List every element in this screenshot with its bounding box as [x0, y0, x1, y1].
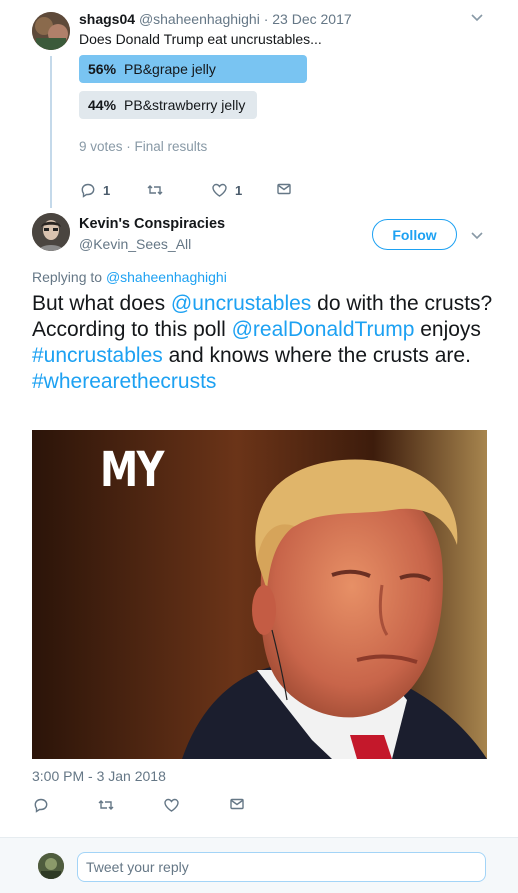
tweet-timestamp[interactable]: 3:00 PM - 3 Jan 2018 [32, 768, 166, 784]
text-segment: and knows where the crusts are. [162, 344, 471, 367]
replying-handle-link[interactable]: @shaheenhaghighi [106, 269, 227, 285]
tweet-date[interactable]: 23 Dec 2017 [272, 11, 351, 27]
text-segment: But what does [32, 292, 171, 315]
reply-input[interactable]: Tweet your reply [77, 852, 486, 882]
follow-button[interactable]: Follow [372, 219, 457, 250]
replying-prefix: Replying to [32, 269, 103, 285]
heart-icon [211, 182, 228, 198]
parent-tweet-header: shags04 @shaheenhaghighi · 23 Dec 2017 [79, 11, 352, 27]
tweet-text: But what does @uncrustables do with the … [32, 291, 502, 395]
retweet-icon [97, 797, 115, 816]
poll-percent: 44% [88, 97, 117, 113]
like-count: 1 [235, 182, 243, 198]
envelope-icon [276, 182, 292, 199]
poll-percent: 56% [88, 61, 117, 77]
reply-button[interactable] [33, 797, 49, 816]
retweet-button[interactable] [97, 797, 115, 816]
avatar [38, 853, 64, 879]
poll-label: PB&grape jelly [124, 61, 216, 77]
separator: · [263, 11, 269, 27]
thread-connector [50, 56, 52, 208]
author-name[interactable]: Kevin's Conspiracies [79, 216, 225, 232]
retweet-icon [146, 182, 164, 201]
heart-icon [163, 797, 180, 816]
hashtag-link[interactable]: #wherearethecrusts [32, 370, 216, 393]
poll-option-2: 44% PB&strawberry jelly [79, 91, 257, 119]
mention-link[interactable]: @realDonaldTrump [232, 318, 415, 341]
chevron-down-icon[interactable] [471, 11, 483, 26]
dm-button[interactable] [276, 182, 292, 199]
poll-meta: 9 votes · Final results [79, 139, 208, 154]
parent-action-bar: 1 [80, 182, 110, 198]
reply-count: 1 [103, 182, 111, 198]
meme-caption: MY [100, 442, 164, 498]
text-segment: enjoys [414, 318, 481, 341]
chevron-down-icon[interactable] [471, 229, 483, 244]
author-name[interactable]: shags04 [79, 11, 135, 27]
retweet-button[interactable] [146, 182, 164, 201]
poll-label: PB&strawberry jelly [124, 97, 246, 113]
like-button[interactable] [163, 797, 180, 816]
poll-option-1: 56% PB&grape jelly [79, 55, 307, 83]
reply-icon [80, 182, 96, 198]
hashtag-link[interactable]: #uncrustables [32, 344, 163, 367]
avatar[interactable] [32, 213, 70, 251]
like-button[interactable]: 1 [211, 182, 242, 198]
tweet-media-image[interactable]: MY [32, 430, 487, 759]
reply-icon [33, 797, 49, 816]
avatar[interactable] [32, 12, 70, 50]
mention-link[interactable]: @uncrustables [171, 292, 311, 315]
author-handle[interactable]: @shaheenhaghighi [139, 11, 260, 27]
envelope-icon [229, 797, 245, 814]
replying-to: Replying to @shaheenhaghighi [32, 269, 227, 285]
reply-button[interactable]: 1 [80, 182, 110, 198]
author-handle[interactable]: @Kevin_Sees_All [79, 236, 191, 252]
tweet-text: Does Donald Trump eat uncrustables... [79, 31, 322, 47]
dm-button[interactable] [229, 797, 245, 814]
